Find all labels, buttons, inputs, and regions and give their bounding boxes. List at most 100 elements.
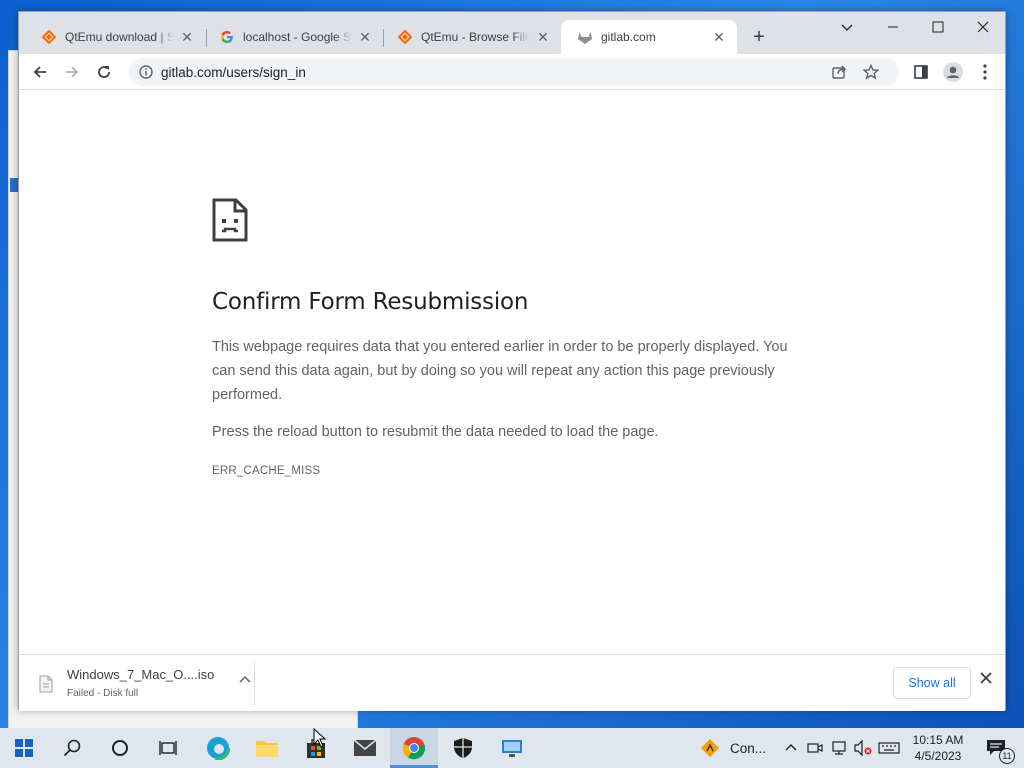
- url-text: gitlab.com/users/sign_in: [161, 64, 306, 80]
- tab-localhost-search[interactable]: localhost - Google Se ✕: [203, 20, 383, 54]
- tab-title: QtEmu download | Sc: [65, 30, 173, 44]
- minimize-button[interactable]: [870, 12, 916, 42]
- more-vert-icon: [983, 64, 987, 80]
- mail-icon: [353, 739, 377, 756]
- sourceforge-diamond-icon: [41, 29, 57, 45]
- google-g-icon: [219, 29, 235, 45]
- keyboard-button[interactable]: [876, 728, 902, 768]
- tab-gitlab[interactable]: gitlab.com ✕: [561, 20, 737, 54]
- keyboard-icon: [878, 742, 900, 754]
- minimize-icon: [888, 26, 898, 28]
- error-hint: Press the reload button to resubmit the …: [212, 424, 659, 440]
- tab-qtemu-browse[interactable]: QtEmu - Browse Files ✕: [381, 20, 561, 54]
- task-view-icon: [159, 741, 177, 755]
- forward-button[interactable]: [58, 58, 86, 86]
- task-view-button[interactable]: [144, 728, 192, 768]
- chevron-up-icon: [785, 744, 797, 751]
- side-panel-icon: [914, 65, 928, 79]
- reload-icon: [98, 66, 110, 78]
- taskbar: Con... 10:15 AM 4/5/2023 11: [0, 728, 1024, 768]
- mail-taskbar-button[interactable]: [341, 728, 389, 768]
- tab-search-button[interactable]: [824, 12, 870, 42]
- show-hidden-icons-button[interactable]: [780, 728, 802, 768]
- back-button[interactable]: [26, 58, 54, 86]
- chrome-taskbar-button[interactable]: [390, 728, 438, 768]
- share-icon[interactable]: [831, 64, 847, 85]
- remote-desktop-taskbar-button[interactable]: [488, 728, 536, 768]
- tab-title: localhost - Google Se: [243, 30, 351, 44]
- sad-page-icon: [212, 198, 248, 247]
- arrow-right-icon: [66, 66, 79, 78]
- chrome-icon: [402, 737, 426, 760]
- close-icon[interactable]: ✕: [179, 29, 195, 45]
- chevron-up-icon[interactable]: [239, 673, 251, 691]
- new-tab-button[interactable]: +: [747, 25, 771, 49]
- gitlab-icon: [577, 29, 593, 45]
- tray-app-button[interactable]: Con...: [700, 728, 772, 768]
- browser-window: QtEmu download | Sc ✕ localhost - Google…: [18, 11, 1006, 711]
- download-status: Failed - Disk full: [67, 688, 139, 699]
- menu-button[interactable]: [971, 58, 999, 86]
- file-explorer-taskbar-button[interactable]: [243, 728, 291, 768]
- edge-icon: [206, 736, 230, 760]
- maximize-button[interactable]: [915, 12, 961, 42]
- security-taskbar-button[interactable]: [439, 728, 487, 768]
- show-all-button[interactable]: Show all: [893, 667, 971, 699]
- download-shelf: Windows_7_Mac_O....iso Failed - Disk ful…: [19, 654, 1005, 711]
- meet-now-button[interactable]: [804, 728, 826, 768]
- reload-button[interactable]: [90, 58, 118, 86]
- volume-muted-icon: [854, 740, 872, 756]
- maximize-icon: [932, 21, 944, 33]
- close-icon[interactable]: ✕: [711, 29, 727, 45]
- search-icon: [63, 739, 81, 757]
- shield-icon: [454, 738, 472, 758]
- info-icon: [139, 65, 153, 79]
- close-window-button[interactable]: [960, 12, 1006, 42]
- network-icon: [832, 741, 846, 755]
- tab-strip: QtEmu download | Sc ✕ localhost - Google…: [19, 12, 1005, 54]
- network-button[interactable]: [828, 728, 850, 768]
- avatar-icon: [943, 62, 963, 82]
- video-camera-icon: [807, 743, 823, 753]
- search-button[interactable]: [48, 728, 96, 768]
- chevron-down-icon: [841, 24, 853, 31]
- close-icon[interactable]: [979, 671, 993, 690]
- cortana-button[interactable]: [96, 728, 144, 768]
- clock-date: 4/5/2023: [914, 749, 962, 763]
- volume-button[interactable]: [852, 728, 874, 768]
- clock-button[interactable]: 10:15 AM 4/5/2023: [906, 728, 970, 768]
- sourceforge-diamond-icon: [397, 29, 413, 45]
- download-item[interactable]: Windows_7_Mac_O....iso Failed - Disk ful…: [39, 665, 255, 703]
- vpn-diamond-icon: [701, 739, 719, 757]
- bookmark-star-icon[interactable]: [862, 63, 880, 85]
- clock-time: 10:15 AM: [912, 733, 964, 747]
- folder-icon: [256, 741, 278, 757]
- action-center-button[interactable]: 11: [976, 728, 1016, 768]
- monitor-icon: [502, 740, 522, 757]
- tray-app-label: Con...: [730, 740, 767, 756]
- shelf-divider: [254, 661, 255, 705]
- tab-title: gitlab.com: [601, 30, 656, 44]
- mouse-cursor-icon: [313, 727, 327, 753]
- error-code: ERR_CACHE_MISS: [212, 465, 321, 477]
- download-file-name: Windows_7_Mac_O....iso: [67, 667, 215, 682]
- file-icon: [39, 675, 53, 698]
- close-icon[interactable]: ✕: [535, 29, 551, 45]
- background-window-selection: [10, 178, 18, 192]
- page-title: Confirm Form Resubmission: [212, 289, 529, 315]
- browser-toolbar: gitlab.com/users/sign_in: [19, 54, 1005, 90]
- cortana-circle-icon: [112, 740, 128, 756]
- side-panel-button[interactable]: [907, 58, 935, 86]
- close-icon[interactable]: ✕: [357, 29, 373, 45]
- address-bar[interactable]: gitlab.com/users/sign_in: [129, 58, 899, 86]
- error-description: This webpage requires data that you ente…: [212, 339, 788, 403]
- start-button[interactable]: [0, 728, 48, 768]
- profile-button[interactable]: [939, 58, 967, 86]
- notification-badge: 11: [999, 748, 1015, 764]
- windows-logo-icon: [15, 739, 33, 757]
- arrow-left-icon: [33, 66, 46, 78]
- edge-taskbar-button[interactable]: [194, 728, 242, 768]
- error-page: Confirm Form Resubmission This webpage r…: [19, 91, 1005, 654]
- tab-qtemu-download[interactable]: QtEmu download | Sc ✕: [25, 20, 205, 54]
- tab-title: QtEmu - Browse Files: [421, 30, 529, 44]
